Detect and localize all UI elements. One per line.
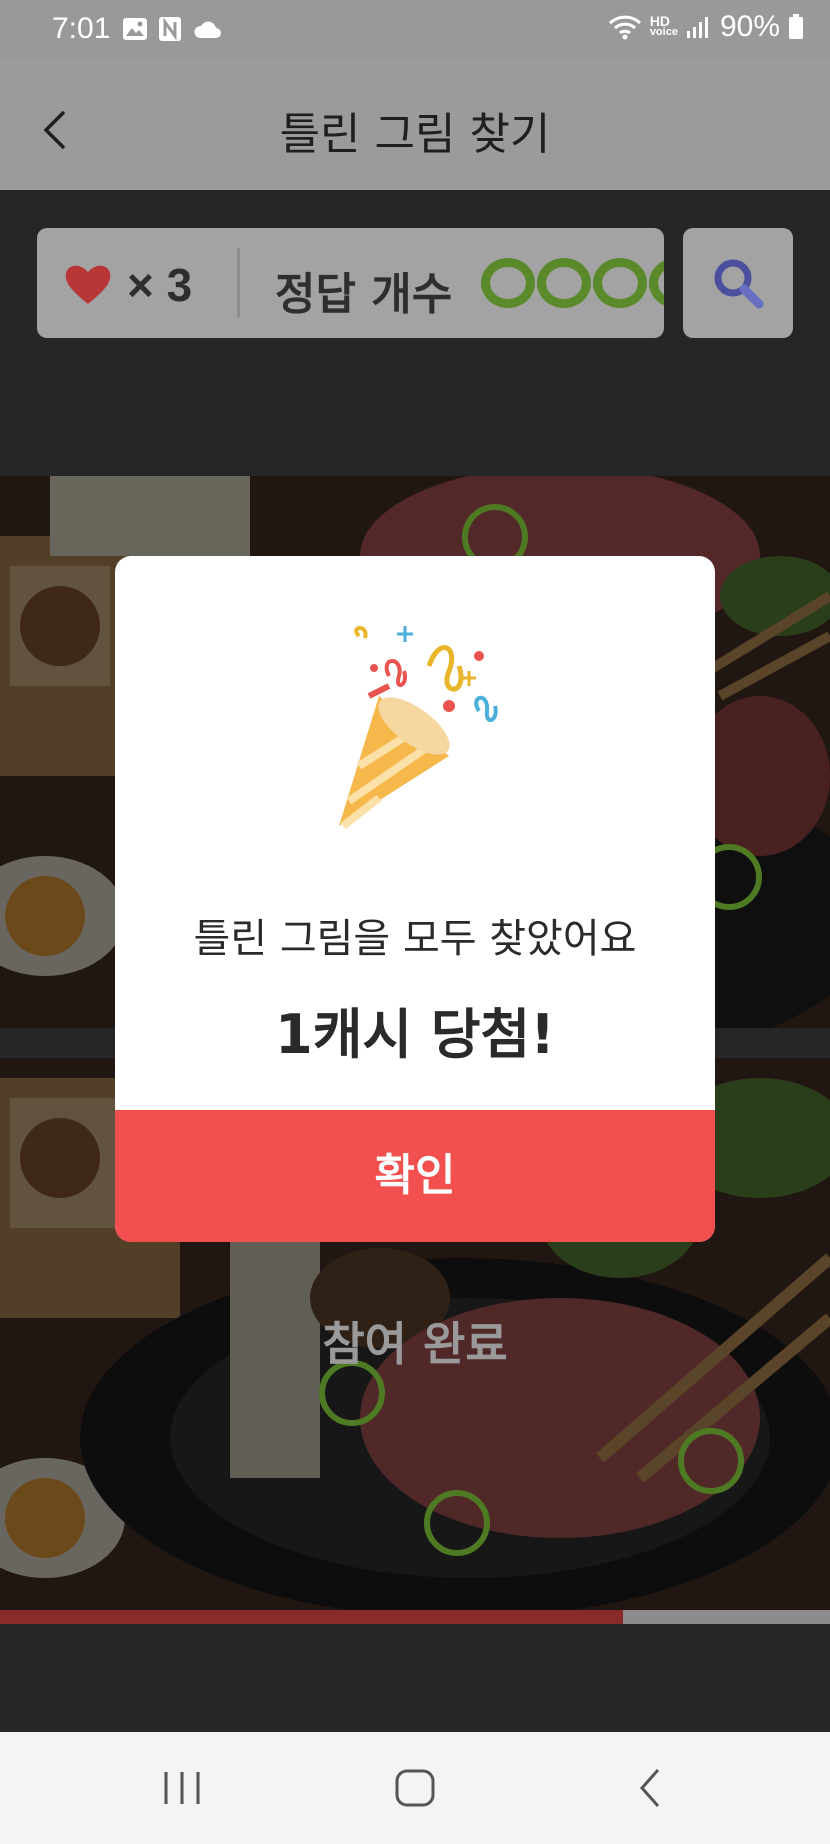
status-bar: 7:01 HD voice 90%: [0, 0, 830, 60]
heart-icon: [65, 265, 111, 304]
hint-search-button[interactable]: [683, 228, 793, 338]
system-nav-bar: [0, 1732, 830, 1844]
timer-progress-bar: [0, 1610, 830, 1624]
success-dialog: 틀린 그림을 모두 찾았어요 1캐시 당첨! 확인: [115, 556, 715, 1242]
recents-button[interactable]: [160, 1764, 204, 1816]
recents-icon: [164, 1772, 200, 1804]
answer-rings: [481, 258, 664, 308]
back-icon: [639, 1769, 660, 1807]
found-answer-ring: [537, 258, 591, 308]
home-button[interactable]: [392, 1764, 438, 1816]
participation-complete-label: 참여 완료: [322, 1317, 508, 1371]
cloud-icon: [194, 21, 221, 38]
battery-icon: [789, 14, 803, 39]
app-header: 틀린 그림 찾기: [0, 60, 830, 190]
home-icon: [395, 1769, 435, 1807]
system-icons: HD voice 90%: [608, 10, 804, 44]
party-popper-icon: [339, 626, 498, 830]
found-spot-marker: [424, 1490, 490, 1556]
game-status-panel: × 3 정답 개수: [37, 228, 664, 338]
found-answer-ring: [649, 258, 664, 308]
dialog-message: 틀린 그림을 모두 찾았어요: [193, 916, 637, 962]
page-title: 틀린 그림 찾기: [279, 109, 551, 160]
answers-label: 정답 개수: [275, 269, 453, 320]
voice-label: voice: [649, 26, 678, 38]
divider: [237, 248, 240, 318]
lives-count: × 3: [127, 259, 193, 311]
hd-voice-icon: HD voice: [649, 14, 678, 38]
dialog-prize: 1캐시 당첨!: [275, 1003, 555, 1066]
gallery-icon: [123, 18, 147, 40]
timer-progress-fill: [0, 1610, 623, 1624]
status-time: 7:01: [52, 12, 111, 45]
found-spot-marker: [678, 1428, 744, 1494]
notification-icons: [122, 16, 222, 42]
wifi-icon: [608, 15, 641, 40]
signal-icon: [686, 17, 708, 38]
nfc-icon: [159, 17, 181, 41]
found-answer-ring: [593, 258, 647, 308]
nav-back-button[interactable]: [630, 1764, 670, 1816]
confirm-button[interactable]: 확인: [115, 1110, 715, 1242]
battery-level: 90%: [719, 10, 780, 43]
found-answer-ring: [481, 258, 535, 308]
magnifier-icon: [714, 259, 764, 309]
